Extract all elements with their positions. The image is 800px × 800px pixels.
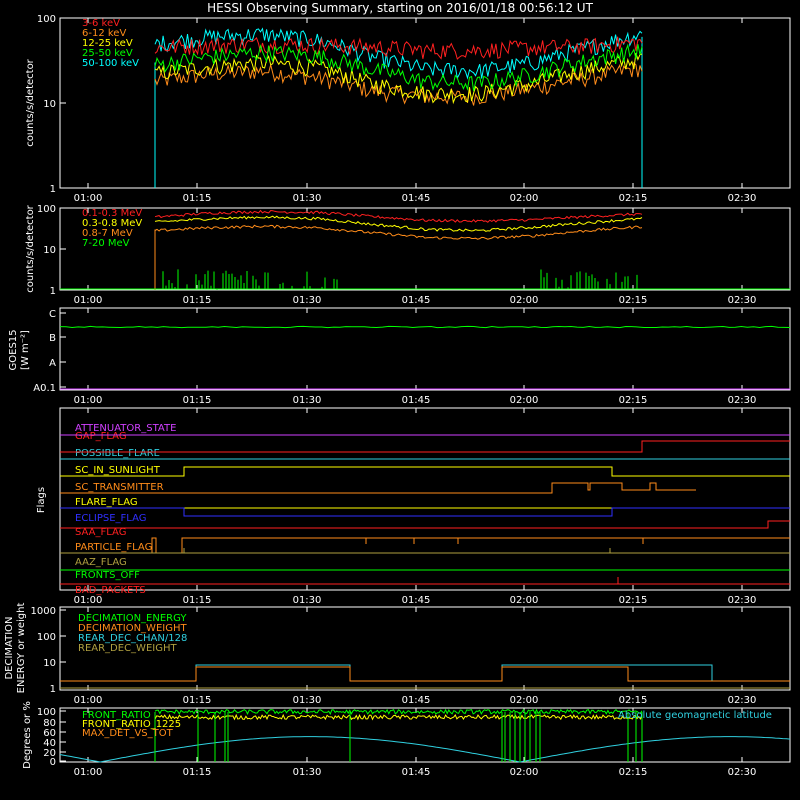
- panel-5-ylabel-2: ENERGY or weight: [16, 603, 27, 694]
- panel-6-ylabel: Degrees or %: [22, 701, 33, 769]
- y-tick-label: 0: [50, 757, 56, 768]
- y-tick-label: 100: [37, 707, 56, 718]
- flag-label: BAD_PACKETS: [75, 585, 146, 596]
- x-tick-label: 01:15: [183, 295, 212, 306]
- x-tick-label: 01:00: [74, 695, 103, 706]
- panel-3-ylabel: GOES15: [8, 329, 19, 370]
- legend-entry: 7-20 MeV: [82, 238, 130, 249]
- x-tick-label: 01:00: [74, 595, 103, 606]
- legend-entry: MAX_DET_VS_TOT: [82, 728, 174, 739]
- x-tick-label: 01:30: [293, 193, 322, 204]
- x-tick-label: 01:15: [183, 595, 212, 606]
- panel-3-frame: [59, 307, 791, 391]
- panel-2-ylabel: counts/s/detector: [25, 204, 36, 292]
- decimation-weight-line: [60, 666, 790, 682]
- x-tick-label: 02:30: [728, 193, 757, 204]
- y-tick-label: 10: [43, 245, 56, 256]
- flag-label: ECLIPSE_FLAG: [75, 513, 146, 524]
- x-tick-label: 01:45: [402, 767, 431, 778]
- observing-summary-plot: 01:00 01:15 01:30 01:45 02:00 02:15 02:30 count…: [4, 14, 791, 778]
- x-tick-label: 01:45: [402, 595, 431, 606]
- x-tick-label: 01:30: [293, 295, 322, 306]
- x-tick-label: 01:15: [183, 695, 212, 706]
- flag-label: AAZ_FLAG: [75, 557, 127, 568]
- x-tick-label: 02:30: [728, 295, 757, 306]
- flag-label: PARTICLE_FLAG: [75, 542, 152, 553]
- legend-entry: Absolute geomagnetic latitude: [618, 710, 772, 721]
- legend-entry: REAR_DEC_WEIGHT: [78, 643, 177, 654]
- y-tick-label: 100: [37, 632, 56, 643]
- x-tick-label: 02:30: [728, 395, 757, 406]
- flag-label: SC_IN_SUNLIGHT: [75, 465, 161, 476]
- flag-gap: [60, 440, 790, 453]
- flag-label: FLARE_FLAG: [75, 497, 138, 508]
- panel-4-ylabel: Flags: [36, 487, 47, 513]
- flag-label: SAA_FLAG: [75, 527, 126, 538]
- x-tick-label: 02:15: [619, 595, 648, 606]
- flag-sc-in-sunlight: [60, 466, 790, 477]
- x-tick-label: 01:30: [293, 395, 322, 406]
- series-line: [154, 209, 643, 223]
- x-tick-label: 02:00: [510, 395, 539, 406]
- y-tick-label: 1000: [31, 606, 56, 617]
- y-tick-label: 10: [43, 99, 56, 110]
- panel-3-ylabel-units: [W m⁻²]: [20, 330, 31, 370]
- x-tick-label: 01:30: [293, 595, 322, 606]
- x-tick-label: 01:00: [74, 295, 103, 306]
- x-tick-label: 02:00: [510, 695, 539, 706]
- x-tick-label: 01:45: [402, 395, 431, 406]
- panel-1-ylabel: counts/s/detector: [25, 58, 36, 146]
- x-tick-label: 01:45: [402, 193, 431, 204]
- x-tick-label: 02:15: [619, 695, 648, 706]
- x-tick-label: 01:30: [293, 695, 322, 706]
- y-tick-label: C: [49, 309, 56, 320]
- x-tick-label: 02:30: [728, 695, 757, 706]
- series-line: [154, 224, 643, 240]
- panel-2-frame: [59, 207, 791, 291]
- y-tick-label: 100: [37, 204, 56, 215]
- x-tick-label: 01:45: [402, 695, 431, 706]
- x-tick-label: 01:30: [293, 767, 322, 778]
- flag-saa: [60, 520, 790, 529]
- y-tick-label: 1: [50, 286, 56, 297]
- x-tick-label: 02:15: [619, 767, 648, 778]
- flag-label: FRONTS_OFF: [75, 570, 140, 581]
- x-tick-label: 02:15: [619, 193, 648, 204]
- flag-label: POSSIBLE_FLARE: [75, 448, 160, 459]
- x-tick-label: 02:15: [619, 295, 648, 306]
- legend-entry: 50-100 keV: [82, 58, 139, 69]
- y-tick-label: A: [49, 358, 56, 369]
- x-tick-label: 02:30: [728, 767, 757, 778]
- panel-5-ylabel-1: DECIMATION: [4, 616, 15, 679]
- x-tick-label: 01:15: [183, 395, 212, 406]
- x-tick-label: 01:45: [402, 295, 431, 306]
- x-tick-label: 02:00: [510, 767, 539, 778]
- x-tick-label: 02:00: [510, 193, 539, 204]
- flag-particle: [60, 537, 790, 554]
- y-tick-label: 10: [43, 658, 56, 669]
- y-tick-label: 1: [50, 684, 56, 695]
- y-tick-label: B: [49, 333, 56, 344]
- flag-eclipse: [60, 507, 790, 517]
- geomagnetic-latitude-line: [59, 736, 791, 763]
- series-line: [154, 27, 643, 80]
- x-tick-label: 01:15: [183, 193, 212, 204]
- x-tick-label: 01:15: [183, 767, 212, 778]
- y-tick-label: 100: [37, 14, 56, 25]
- x-tick-label: 02:15: [619, 395, 648, 406]
- x-tick-label: 02:00: [510, 595, 539, 606]
- goes-long-line: [59, 325, 791, 329]
- x-tick-label: 02:30: [728, 595, 757, 606]
- x-tick-label: 01:00: [74, 395, 103, 406]
- rear-dec-chan-line: [60, 664, 790, 682]
- y-tick-label: A0.1: [33, 383, 56, 394]
- y-tick-label: 1: [50, 184, 56, 195]
- flag-label: SC_TRANSMITTER: [75, 482, 164, 493]
- x-tick-label: 01:00: [74, 767, 103, 778]
- flag-label: GAP_FLAG: [75, 431, 127, 442]
- x-tick-label: 02:00: [510, 295, 539, 306]
- x-tick-label: 01:00: [74, 193, 103, 204]
